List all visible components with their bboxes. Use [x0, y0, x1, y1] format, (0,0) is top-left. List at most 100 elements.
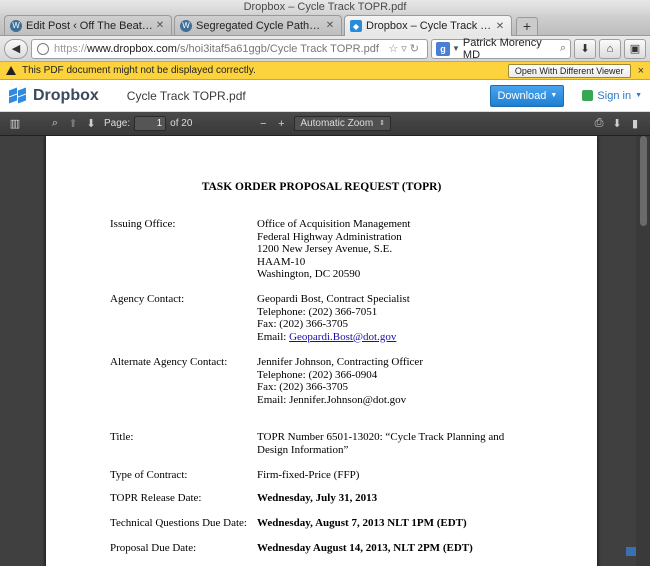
- close-icon[interactable]: ×: [638, 65, 644, 77]
- field-value: Jennifer Johnson, Contracting Officer Te…: [257, 356, 423, 406]
- issuing-office-row: Issuing Office: Office of Acquisition Ma…: [110, 218, 570, 281]
- chevron-down-icon: ▼: [635, 92, 642, 99]
- download-button[interactable]: Download ▼: [490, 84, 565, 107]
- agency-contact-row: Agency Contact: Geopardi Bost, Contract …: [110, 293, 570, 343]
- back-arrow-icon: ◀: [11, 43, 21, 55]
- save-icon[interactable]: ⬇: [608, 117, 626, 130]
- flag-icon[interactable]: [626, 547, 636, 556]
- close-icon[interactable]: ✕: [154, 20, 166, 31]
- field-value: Firm-fixed-Price (FFP): [257, 469, 360, 481]
- updown-icon: ⇕: [379, 120, 386, 127]
- google-icon[interactable]: g: [436, 41, 450, 56]
- download-arrow-button[interactable]: ⬇: [574, 38, 596, 59]
- scrollbar[interactable]: [636, 136, 650, 566]
- close-icon[interactable]: ✕: [494, 21, 506, 32]
- field-value: Wednesday, July 31, 2013: [257, 492, 378, 504]
- zoom-select[interactable]: Automatic Zoom ⇕: [294, 116, 392, 131]
- tab-dropbox-pdf[interactable]: ◆ Dropbox – Cycle Track TOPR.pdf ✕: [344, 15, 512, 36]
- alternate-contact-row: Alternate Agency Contact: Jennifer Johns…: [110, 356, 570, 406]
- dropbox-logo[interactable]: Dropbox: [8, 87, 99, 105]
- tab-segregated-cycle-paths[interactable]: W Segregated Cycle Paths: Who As... ✕: [174, 15, 342, 35]
- field-label: Issuing Office:: [110, 218, 176, 230]
- file-name: Cycle Track TOPR.pdf: [126, 88, 246, 103]
- tab-strip: W Edit Post ‹ Off The Beaten Path ... ✕ …: [0, 14, 650, 36]
- field-value: Office of Acquisition Management Federal…: [257, 218, 411, 280]
- menu-icon: ▣: [629, 43, 641, 55]
- zoom-in-icon[interactable]: +: [272, 118, 290, 130]
- questions-due-row: Technical Questions Due Date: Wednesday,…: [110, 517, 570, 530]
- dropbox-icon: ◆: [350, 20, 362, 32]
- field-label: Proposal Due Date:: [110, 542, 197, 554]
- tab-edit-post[interactable]: W Edit Post ‹ Off The Beaten Path ... ✕: [4, 15, 172, 35]
- pdf-toolbar: ▥ ⌕ ⬆ ⬇ Page: 1 of 20 − + Automatic Zoom…: [0, 112, 650, 136]
- tab-label: Edit Post ‹ Off The Beaten Path ...: [26, 19, 154, 32]
- field-value: Wednesday, August 7, 2013 NLT 1PM (EDT): [257, 517, 467, 529]
- field-label: Agency Contact:: [110, 293, 185, 305]
- field-label: TOPR Release Date:: [110, 492, 202, 504]
- dropbox-header: Dropbox Cycle Track TOPR.pdf Download ▼ …: [0, 80, 650, 112]
- wordpress-icon: W: [180, 19, 192, 32]
- home-icon: ⌂: [606, 42, 614, 55]
- warning-icon: [6, 66, 16, 75]
- zoom-out-icon[interactable]: −: [254, 118, 272, 130]
- dropbox-logo-icon: [8, 87, 28, 105]
- pdf-page: TASK ORDER PROPOSAL REQUEST (TOPR) Issui…: [46, 136, 597, 566]
- back-button[interactable]: ◀: [4, 38, 28, 59]
- chevron-down-icon: ▼: [452, 44, 460, 53]
- open-different-viewer-button[interactable]: Open With Different Viewer: [507, 63, 631, 78]
- search-value: Patrick Morency MD: [462, 36, 542, 61]
- zoom-value: Automatic Zoom: [300, 118, 374, 129]
- page-total: of 20: [170, 118, 193, 129]
- field-value: Wednesday August 14, 2013, NLT 2PM (EDT): [257, 542, 473, 554]
- url-path: /s/hoi3itaf5a61ggb/Cycle Track TOPR.pdf: [176, 42, 379, 55]
- tab-label: Segregated Cycle Paths: Who As...: [196, 19, 324, 32]
- window-titlebar: Dropbox – Cycle Track TOPR.pdf: [0, 0, 650, 14]
- page-number-input[interactable]: 1: [134, 116, 167, 131]
- url-host: www.dropbox.com: [87, 42, 177, 55]
- url-protocol: https://: [54, 42, 88, 55]
- url-bar[interactable]: https://www.dropbox.com/s/hoi3itaf5a61gg…: [31, 38, 428, 59]
- field-label: Type of Contract:: [110, 469, 188, 481]
- bookmark-icon[interactable]: ▮: [626, 117, 644, 130]
- field-value: Geopardi Bost, Contract Specialist Telep…: [257, 293, 410, 343]
- search-icon[interactable]: ⌕: [560, 42, 566, 55]
- navigation-toolbar: ◀ https://www.dropbox.com/s/hoi3itaf5a61…: [0, 36, 650, 62]
- previous-page-icon[interactable]: ⬆: [64, 117, 82, 130]
- dropdown-arrow-icon[interactable]: ▿: [401, 43, 410, 55]
- new-tab-button[interactable]: +: [516, 17, 538, 35]
- search-icon[interactable]: ⌕: [46, 117, 64, 130]
- field-label: Title:: [110, 431, 134, 443]
- release-date-row: TOPR Release Date: Wednesday, July 31, 2…: [110, 492, 570, 505]
- chevron-down-icon: ▼: [550, 92, 558, 99]
- field-label: Alternate Agency Contact:: [110, 356, 228, 368]
- globe-icon: [37, 42, 49, 55]
- scrollbar-thumb[interactable]: [640, 136, 647, 226]
- home-button[interactable]: ⌂: [599, 38, 621, 59]
- field-label: Technical Questions Due Date:: [110, 517, 247, 529]
- next-page-icon[interactable]: ⬇: [82, 117, 100, 130]
- close-icon[interactable]: ✕: [324, 20, 336, 31]
- wordpress-icon: W: [10, 19, 22, 32]
- pdf-viewer[interactable]: TASK ORDER PROPOSAL REQUEST (TOPR) Issui…: [0, 136, 650, 566]
- window-title: Dropbox – Cycle Track TOPR.pdf: [243, 1, 407, 13]
- tab-label: Dropbox – Cycle Track TOPR.pdf: [366, 20, 494, 32]
- user-icon: [582, 90, 594, 101]
- sign-in-link[interactable]: Sign in ▼: [582, 90, 642, 102]
- star-icon[interactable]: ☆: [388, 43, 401, 55]
- title-row: Title: TOPR Number 6501-13020: “Cycle Tr…: [110, 431, 570, 456]
- print-icon[interactable]: ⎙: [590, 117, 608, 130]
- search-input[interactable]: g ▼ Patrick Morency MD ⌕: [431, 36, 571, 61]
- menu-button[interactable]: ▣: [624, 38, 646, 59]
- proposal-due-row: Proposal Due Date: Wednesday August 14, …: [110, 542, 570, 555]
- dropbox-brand: Dropbox: [33, 86, 99, 104]
- download-arrow-icon: ⬇: [580, 43, 590, 55]
- contract-type-row: Type of Contract: Firm-fixed-Price (FFP): [110, 469, 570, 482]
- sign-in-label: Sign in: [597, 89, 632, 102]
- download-label: Download: [497, 89, 547, 102]
- pdf-warning-bar: This PDF document might not be displayed…: [0, 62, 650, 80]
- reload-icon[interactable]: ↻: [410, 43, 422, 55]
- warning-message: This PDF document might not be displayed…: [22, 65, 256, 76]
- field-value: TOPR Number 6501-13020: “Cycle Track Pla…: [257, 431, 505, 456]
- sidebar-toggle-icon[interactable]: ▥: [6, 117, 24, 130]
- email-link[interactable]: Geopardi.Bost@dot.gov: [289, 331, 396, 343]
